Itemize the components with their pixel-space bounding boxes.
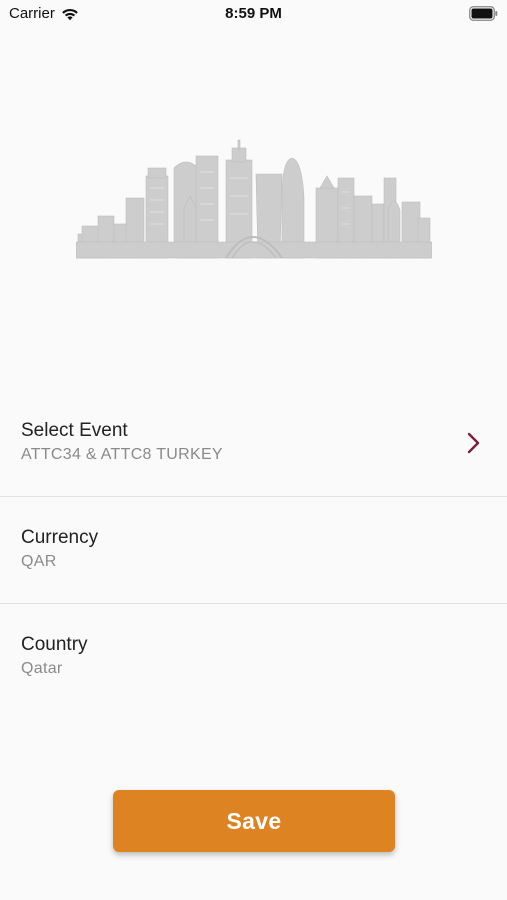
chevron-right-icon[interactable] xyxy=(467,432,481,454)
select-event-value: ATTC34 & ATTC8 TURKEY xyxy=(21,446,223,463)
country-row[interactable]: Country Qatar xyxy=(0,604,507,710)
country-label: Country xyxy=(21,634,88,655)
country-value: Qatar xyxy=(21,660,63,677)
save-button[interactable]: Save xyxy=(113,790,395,852)
status-time: 8:59 PM xyxy=(225,5,282,22)
skyline-illustration xyxy=(76,139,432,259)
status-bar: Carrier 8:59 PM xyxy=(0,0,507,30)
currency-value: QAR xyxy=(21,553,57,570)
currency-row[interactable]: Currency QAR xyxy=(0,497,507,603)
select-event-label: Select Event xyxy=(21,420,128,441)
status-right xyxy=(469,6,498,26)
battery-icon xyxy=(469,6,498,21)
select-event-row[interactable]: Select Event ATTC34 & ATTC8 TURKEY xyxy=(0,390,507,496)
currency-label: Currency xyxy=(21,527,99,548)
